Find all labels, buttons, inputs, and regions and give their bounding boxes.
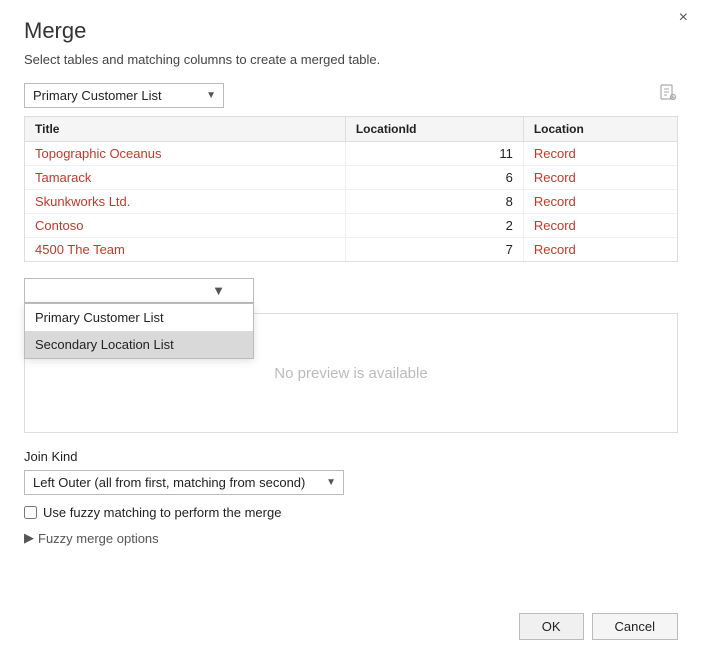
primary-dropdown-wrapper: Primary Customer List Secondary Location… [24,83,224,108]
dialog-title: Merge [24,18,678,44]
join-kind-select-wrapper: Left Outer (all from first, matching fro… [24,470,344,495]
cell-location: Record [523,214,677,238]
cell-location: Record [523,142,677,166]
cell-location: Record [523,190,677,214]
fuzzy-matching-label: Use fuzzy matching to perform the merge [43,505,281,520]
fuzzy-options-triangle: ▶ [24,530,34,546]
primary-select-row: Primary Customer List Secondary Location… [24,83,678,108]
fuzzy-options-expander[interactable]: ▶ Fuzzy merge options [24,530,678,546]
merge-dialog: × Merge Select tables and matching colum… [0,0,702,658]
col-locationid: LocationId [345,117,523,142]
dialog-subtitle: Select tables and matching columns to cr… [24,52,678,67]
cell-title: Contoso [25,214,345,238]
cell-locationid: 8 [345,190,523,214]
join-kind-section: Join Kind Left Outer (all from first, ma… [24,449,678,495]
footer-row: OK Cancel [24,603,678,640]
cancel-button[interactable]: Cancel [592,613,678,640]
col-title: Title [25,117,345,142]
cell-title: Skunkworks Ltd. [25,190,345,214]
table-row[interactable]: Tamarack6Record [25,166,677,190]
primary-table-select[interactable]: Primary Customer List Secondary Location… [24,83,224,108]
table-row[interactable]: 4500 The Team7Record [25,238,677,262]
table-header-row: Title LocationId Location [25,117,677,142]
secondary-dropdown-trigger[interactable]: ▼ [24,278,254,303]
join-kind-label: Join Kind [24,449,678,464]
cell-title: 4500 The Team [25,238,345,262]
secondary-section: ▼ Primary Customer List Secondary Locati… [24,278,678,303]
join-kind-select[interactable]: Left Outer (all from first, matching fro… [24,470,344,495]
ok-button[interactable]: OK [519,613,584,640]
fuzzy-matching-checkbox[interactable] [24,506,37,519]
cell-location: Record [523,238,677,262]
cell-locationid: 6 [345,166,523,190]
table-row[interactable]: Skunkworks Ltd.8Record [25,190,677,214]
table-row[interactable]: Topographic Oceanus11Record [25,142,677,166]
dropdown-option-primary[interactable]: Primary Customer List [25,304,253,331]
col-location: Location [523,117,677,142]
cell-locationid: 7 [345,238,523,262]
primary-table: Title LocationId Location Topographic Oc… [24,116,678,262]
preview-text: No preview is available [274,365,427,382]
secondary-dropdown-list: Primary Customer List Secondary Location… [24,303,254,359]
fuzzy-options-label: Fuzzy merge options [38,531,159,546]
cell-title: Topographic Oceanus [25,142,345,166]
cell-location: Record [523,166,677,190]
dropdown-option-secondary[interactable]: Secondary Location List [25,331,253,358]
secondary-dropdown-chevron: ▼ [212,283,225,298]
cell-title: Tamarack [25,166,345,190]
fuzzy-matching-row: Use fuzzy matching to perform the merge [24,505,678,520]
cell-locationid: 11 [345,142,523,166]
cell-locationid: 2 [345,214,523,238]
close-button[interactable]: × [679,10,688,26]
secondary-dropdown-container: ▼ Primary Customer List Secondary Locati… [24,278,254,303]
table-row[interactable]: Contoso2Record [25,214,677,238]
doc-icon [658,83,678,108]
